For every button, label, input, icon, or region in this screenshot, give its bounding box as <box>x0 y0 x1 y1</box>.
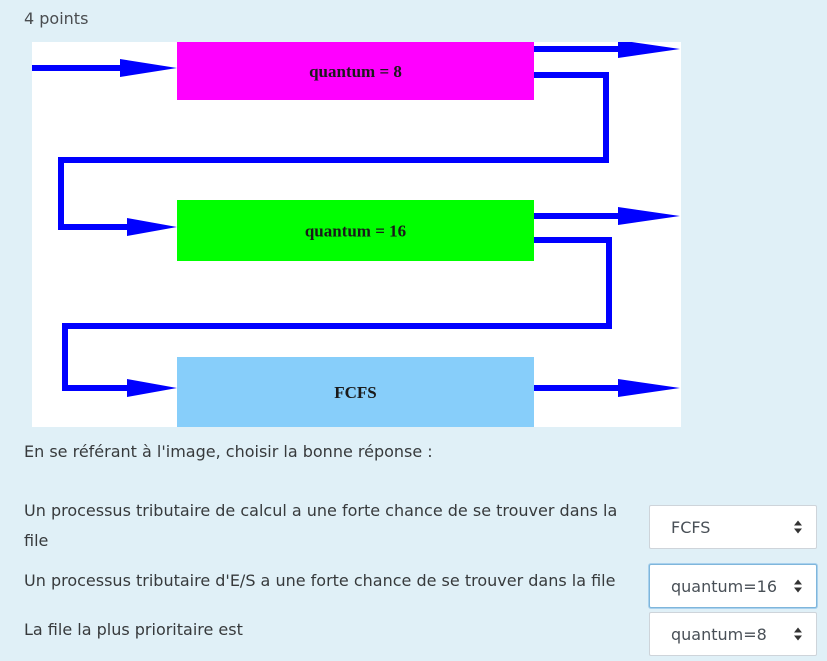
arrowhead <box>127 218 177 236</box>
sort-arrows-icon <box>794 520 802 534</box>
sort-arrows-icon <box>794 627 802 641</box>
answer-select-value: quantum=8 <box>671 624 767 644</box>
answer-select-value: quantum=16 <box>671 576 778 596</box>
arrowhead <box>120 59 177 77</box>
question-text: Un processus tributaire d'E/S a une fort… <box>24 571 616 590</box>
answer-select[interactable]: quantum=16 <box>649 564 817 608</box>
answer-select[interactable]: quantum=8 <box>649 612 817 656</box>
question-prompt: En se référant à l'image, choisir la bon… <box>24 442 433 461</box>
queue-label: FCFS <box>334 383 377 402</box>
answer-select[interactable]: FCFS <box>649 505 817 549</box>
answer-select-value: FCFS <box>671 517 711 537</box>
question-text: La file la plus prioritaire est <box>24 620 243 639</box>
arrowhead <box>127 379 177 397</box>
arrowhead <box>618 207 680 225</box>
question-text: Un processus tributaire de calcul a une … <box>24 501 618 550</box>
queue-label: quantum = 16 <box>305 222 406 241</box>
arrowhead <box>618 379 680 397</box>
points-label: 4 points <box>24 9 89 28</box>
arrowhead <box>618 42 680 58</box>
queue-label: quantum = 8 <box>309 62 402 81</box>
multilevel-queue-diagram: quantum = 8 quantum = 16 FCFS <box>32 42 681 427</box>
sort-arrows-icon <box>794 579 802 593</box>
